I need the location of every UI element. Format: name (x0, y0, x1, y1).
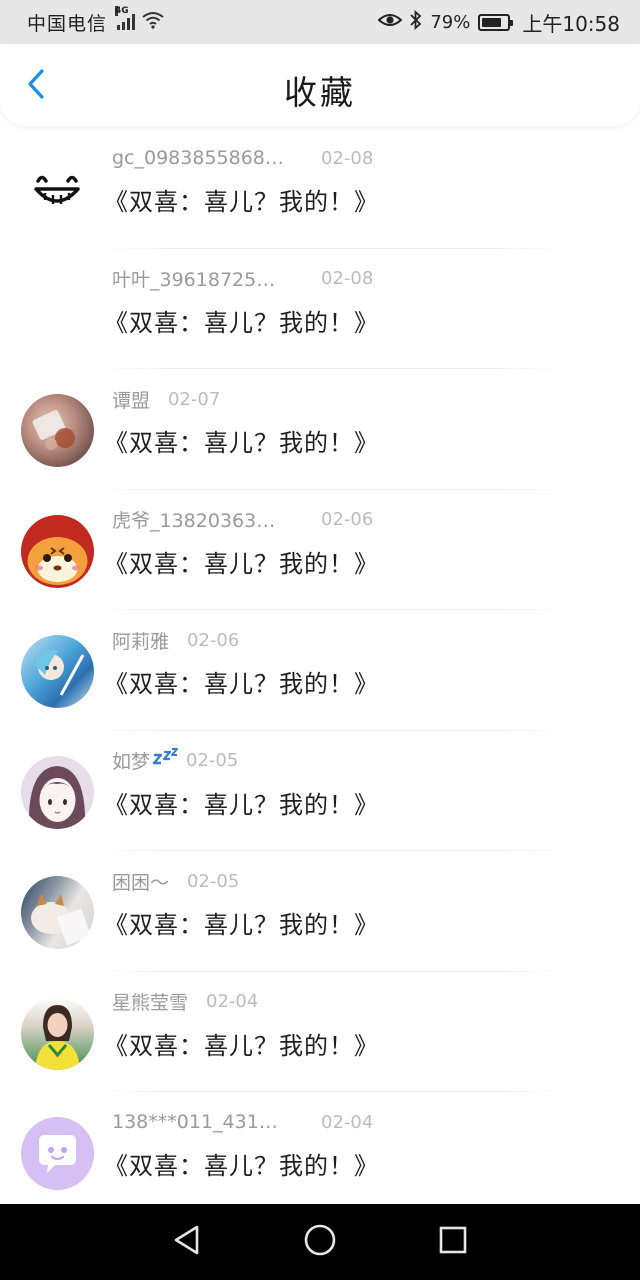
meta-row: 星熊莹雪 02-04 (112, 990, 258, 1014)
post-date: 02-08 (321, 268, 374, 289)
post-date: 02-06 (187, 629, 240, 651)
meta-row: 阿莉雅 02-06 (112, 627, 240, 654)
meta-row: 如梦 02-05 (112, 747, 239, 774)
list-item[interactable]: 困困～ 02-05 《双喜：喜儿？我的！》 (0, 851, 640, 972)
post-date: 02-08 (321, 147, 374, 169)
avatar[interactable] (21, 394, 94, 467)
status-time: 上午10:58 (522, 11, 620, 36)
system-navigation-bar (0, 1204, 640, 1280)
user-name[interactable]: 如梦 (112, 747, 150, 774)
list-item[interactable]: 如梦 02-05 《双喜：喜儿？我的！》 (0, 731, 640, 852)
avatar[interactable] (21, 273, 94, 347)
avatar[interactable] (21, 876, 94, 949)
meta-row: 叶叶_39618725… 02-08 (112, 267, 373, 291)
user-name[interactable]: gc_0983855868… (112, 147, 302, 169)
list-item[interactable]: gc_0983855868… 02-08 《双喜：喜儿？我的！》 (0, 128, 640, 249)
meta-row: 虎爷_13820363… 02-06 (112, 508, 373, 532)
user-name[interactable]: 叶叶_39618725… (112, 265, 302, 292)
portrait-photo-icon (35, 1004, 80, 1070)
nav-header: 收藏 (0, 44, 640, 126)
avatar[interactable] (21, 996, 94, 1070)
system-home-button[interactable] (290, 1212, 350, 1272)
list-item[interactable]: 阿莉雅 02-06 《双喜：喜儿？我的！》 (0, 610, 640, 731)
battery-level (482, 17, 502, 27)
avatar[interactable] (21, 635, 94, 708)
list-item[interactable]: 谭盟 02-07 《双喜：喜儿？我的！》 (0, 369, 640, 490)
user-name[interactable]: 谭盟 (112, 386, 150, 413)
avatar[interactable] (21, 514, 94, 588)
work-title[interactable]: 《双喜：喜儿？我的！》 (104, 182, 379, 217)
work-title[interactable]: 《双喜：喜儿？我的！》 (104, 1026, 379, 1061)
status-left: 中国电信 4G (27, 6, 165, 36)
user-name[interactable]: 星熊莹雪 (112, 988, 188, 1015)
grin-face-icon (34, 175, 80, 204)
work-title[interactable]: 《双喜：喜儿？我的！》 (104, 1146, 379, 1181)
carrier-name: 中国电信 (27, 12, 108, 35)
meta-row: 谭盟 02-07 (112, 386, 221, 413)
status-bar: 中国电信 4G 79% 上午10:58 (0, 0, 640, 44)
meta-row: 困困～ 02-05 (112, 868, 240, 895)
back-triangle-icon (172, 1224, 202, 1260)
post-date: 02-04 (321, 1111, 374, 1133)
recents-square-icon (438, 1225, 468, 1259)
meta-row: gc_0983855868… 02-08 (112, 146, 373, 170)
network-tag: 4G (115, 6, 129, 16)
work-title[interactable]: 《双喜：喜儿？我的！》 (104, 905, 379, 940)
battery-percent: 79% (430, 11, 471, 33)
wifi-icon (141, 11, 165, 34)
post-date: 02-05 (186, 750, 239, 771)
user-name[interactable]: 阿莉雅 (112, 627, 169, 654)
status-right: 79% 上午10:58 (377, 8, 620, 37)
post-date: 02-05 (187, 870, 240, 892)
post-date: 02-07 (168, 388, 221, 410)
tiger-icon (27, 536, 88, 585)
meta-row: 138***011_431… 02-04 (112, 1110, 373, 1134)
avatar[interactable] (21, 153, 94, 226)
post-date: 02-04 (206, 991, 259, 1012)
user-name[interactable]: 困困～ (112, 868, 169, 895)
signal-icon: 4G (115, 6, 136, 30)
work-title[interactable]: 《双喜：喜儿？我的！》 (104, 544, 379, 579)
system-back-button[interactable] (157, 1212, 217, 1272)
zzz-icon (152, 747, 180, 774)
system-recents-button[interactable] (423, 1212, 483, 1272)
anime-character-icon (35, 649, 85, 696)
page-title: 收藏 (284, 73, 356, 112)
work-title[interactable]: 《双喜：喜儿？我的！》 (104, 664, 379, 699)
work-title[interactable]: 《双喜：喜儿？我的！》 (104, 423, 379, 458)
chat-bubble-icon (39, 1135, 76, 1173)
work-title[interactable]: 《双喜：喜儿？我的！》 (104, 785, 379, 820)
photo-avatar-icon (32, 410, 75, 450)
home-circle-icon (303, 1223, 337, 1261)
eye-comfort-icon (377, 11, 403, 33)
anime-girl-icon (28, 765, 86, 829)
list-item[interactable]: 叶叶_39618725… 02-08 《双喜：喜儿？我的！》 (0, 249, 640, 370)
user-name[interactable]: 虎爷_13820363… (112, 506, 302, 533)
post-date: 02-06 (321, 509, 374, 530)
work-title[interactable]: 《双喜：喜儿？我的！》 (104, 303, 379, 338)
favorites-list: gc_0983855868… 02-08 《双喜：喜儿？我的！》 叶叶_3961… (0, 128, 640, 1204)
avatar[interactable] (21, 1117, 94, 1190)
avatar[interactable] (21, 755, 94, 829)
battery-icon (478, 13, 514, 31)
list-item[interactable]: 138***011_431… 02-04 《双喜：喜儿？我的！》 (0, 1092, 640, 1204)
cat-photo-icon (31, 894, 92, 946)
user-name[interactable]: 138***011_431… (112, 1111, 302, 1133)
list-item[interactable]: 星熊莹雪 02-04 《双喜：喜儿？我的！》 (0, 972, 640, 1093)
list-item[interactable]: 虎爷_13820363… 02-06 《双喜：喜儿？我的！》 (0, 490, 640, 611)
bluetooth-icon (410, 9, 422, 35)
